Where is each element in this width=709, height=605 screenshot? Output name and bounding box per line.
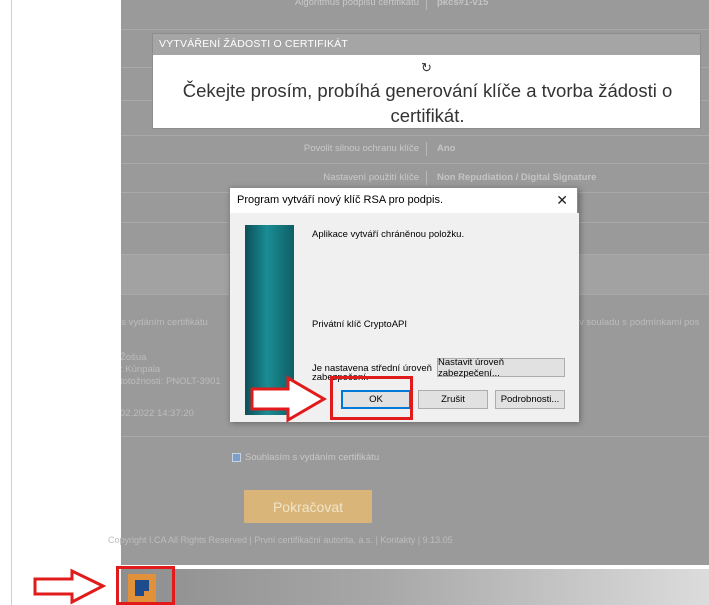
row-separator xyxy=(426,0,427,10)
annotation-box-logo xyxy=(116,566,175,605)
consent-checkbox-label: Souhlasím s vydáním certifikátu xyxy=(245,452,380,463)
row-separator xyxy=(426,171,427,185)
row-strong-protection: Povolit silnou ochranu klíče Ano xyxy=(121,136,709,164)
consent-text-left: ím s vydáním certifikátu xyxy=(121,317,208,328)
loading-spinner-icon: ↻ xyxy=(421,60,432,75)
annotation-box-ok xyxy=(330,376,413,420)
dialog-title: Program vytváří nový klíč RSA pro podpis… xyxy=(237,194,444,206)
dialog-item-name: Privátní klíč CryptoAPI xyxy=(312,319,408,330)
dialog-title-bar: Program vytváří nový klíč RSA pro podpis… xyxy=(230,188,577,213)
close-icon[interactable]: ✕ xyxy=(556,188,568,213)
row-value: Ano xyxy=(437,143,456,154)
row-separator xyxy=(426,142,427,156)
row-value: Non Repudiation / Digital Signature xyxy=(437,172,597,183)
person-surname: : Kūnpala xyxy=(121,364,161,375)
annotation-arrow-icon xyxy=(250,375,327,423)
details-button[interactable]: Podrobnosti... xyxy=(495,390,565,409)
request-date: 02.2022 14:37:20 xyxy=(121,408,194,419)
screenshot-stage: Algoritmus podpisu certifikátu pkcs#1-v1… xyxy=(0,0,709,605)
checked-checkbox-icon[interactable] xyxy=(232,453,241,462)
continue-button[interactable]: Pokračovat xyxy=(244,490,372,523)
person-id: totožnosti: PNOLT-3901 xyxy=(121,376,221,387)
consent-checkbox-row[interactable]: Souhlasím s vydáním certifikátu xyxy=(232,452,379,463)
progress-message: Čekejte prosím, probíhá generování klíče… xyxy=(182,80,673,126)
progress-panel-title: VYTVÁŘENÍ ŽÁDOSTI O CERTIFIKÁT xyxy=(153,34,700,55)
person-name: Žošua xyxy=(121,352,147,363)
divider xyxy=(121,436,709,437)
progress-panel: VYTVÁŘENÍ ŽÁDOSTI O CERTIFIKÁT ↻ Čekejte… xyxy=(152,33,701,129)
row-label: Algoritmus podpisu certifikátu xyxy=(294,0,419,8)
annotation-arrow-icon xyxy=(33,568,106,605)
dialog-message: Aplikace vytváří chráněnou položku. xyxy=(312,229,465,240)
row-signature-algorithm: Algoritmus podpisu certifikátu pkcs#1-v1… xyxy=(121,0,709,30)
taskbar-strip xyxy=(121,569,709,605)
cancel-button[interactable]: Zrušit xyxy=(418,390,488,409)
set-security-level-button[interactable]: Nastavit úroveň zabezpečení... xyxy=(437,357,565,379)
consent-text-right: v souladu s podmínkami pos xyxy=(579,317,700,328)
row-label: Nastavení použití klíče xyxy=(323,172,419,183)
row-value: pkcs#1-v15 xyxy=(437,0,489,8)
page-footer: Copyright I.CA All Rights Reserved | Prv… xyxy=(108,535,453,545)
row-label: Povolit silnou ochranu klíče xyxy=(303,143,419,154)
